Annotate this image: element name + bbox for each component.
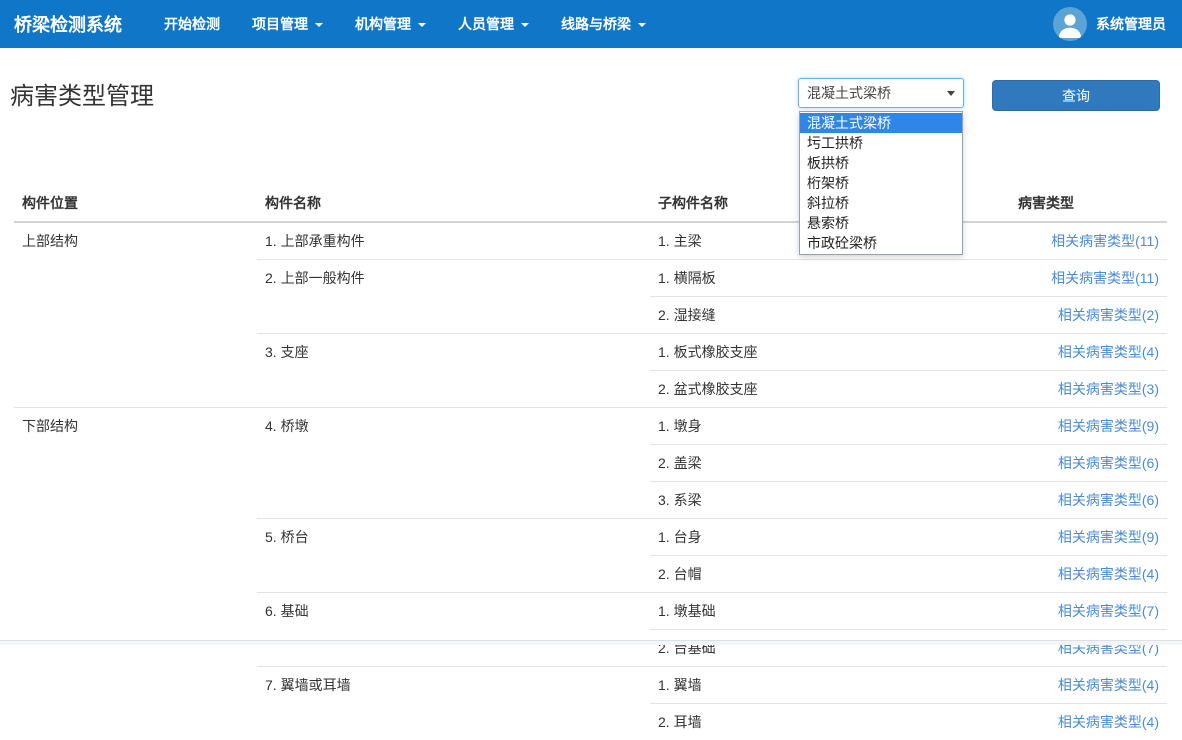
header-position: 构件位置 bbox=[14, 185, 257, 222]
disease-types-table: 构件位置 构件名称 子构件名称 病害类型 上部结构1. 上部承重构件1. 主梁相… bbox=[14, 185, 1167, 740]
subcomponent-cell: 2. 台帽 bbox=[650, 556, 1010, 593]
dropdown-option[interactable]: 斜拉桥 bbox=[800, 193, 962, 213]
chevron-down-icon bbox=[638, 23, 646, 27]
disease-type-link[interactable]: 相关病害类型(6) bbox=[1058, 492, 1159, 508]
component-cell: 6. 基础 bbox=[257, 593, 650, 667]
horizontal-scrollbar[interactable] bbox=[0, 640, 1182, 645]
subcomponent-cell: 1. 板式橡胶支座 bbox=[650, 334, 1010, 371]
disease-type-link[interactable]: 相关病害类型(4) bbox=[1058, 714, 1159, 730]
header-component: 构件名称 bbox=[257, 185, 650, 222]
bridge-type-select[interactable]: 混凝土式梁桥 bbox=[798, 78, 964, 108]
nav-item-label: 线路与桥梁 bbox=[561, 14, 631, 34]
disease-type-link[interactable]: 相关病害类型(9) bbox=[1058, 418, 1159, 434]
nav-item-label: 项目管理 bbox=[252, 14, 308, 34]
table-row: 上部结构1. 上部承重构件1. 主梁相关病害类型(11) bbox=[14, 222, 1167, 260]
dropdown-option[interactable]: 混凝土式梁桥 bbox=[800, 113, 962, 133]
table-header-row: 构件位置 构件名称 子构件名称 病害类型 bbox=[14, 185, 1167, 222]
subcomponent-cell: 2. 台基础 bbox=[650, 630, 1010, 667]
dropdown-option[interactable]: 板拱桥 bbox=[800, 153, 962, 173]
disease-type-link[interactable]: 相关病害类型(7) bbox=[1058, 603, 1159, 619]
nav-item-label: 开始检测 bbox=[164, 14, 220, 34]
disease-type-link[interactable]: 相关病害类型(4) bbox=[1058, 344, 1159, 360]
disease-type-link[interactable]: 相关病害类型(4) bbox=[1058, 677, 1159, 693]
user-name: 系统管理员 bbox=[1096, 14, 1166, 34]
disease-type-link[interactable]: 相关病害类型(11) bbox=[1051, 233, 1159, 249]
bridge-type-dropdown: 混凝土式梁桥圬工拱桥板拱桥桁架桥斜拉桥悬索桥市政砼梁桥 bbox=[799, 111, 963, 255]
dropdown-option[interactable]: 圬工拱桥 bbox=[800, 133, 962, 153]
subcomponent-cell: 2. 湿接缝 bbox=[650, 297, 1010, 334]
disease-link-cell: 相关病害类型(9) bbox=[1010, 519, 1167, 556]
disease-link-cell: 相关病害类型(7) bbox=[1010, 630, 1167, 667]
subcomponent-cell: 2. 盆式橡胶支座 bbox=[650, 371, 1010, 408]
disease-type-link[interactable]: 相关病害类型(2) bbox=[1058, 307, 1159, 323]
nav-item[interactable]: 线路与桥梁 bbox=[545, 0, 662, 48]
dropdown-option[interactable]: 悬索桥 bbox=[800, 213, 962, 233]
nav-item[interactable]: 项目管理 bbox=[236, 0, 339, 48]
chevron-down-icon bbox=[521, 23, 529, 27]
disease-type-link[interactable]: 相关病害类型(9) bbox=[1058, 529, 1159, 545]
subcomponent-cell: 2. 盖梁 bbox=[650, 445, 1010, 482]
disease-type-link[interactable]: 相关病害类型(3) bbox=[1058, 381, 1159, 397]
nav-item-label: 人员管理 bbox=[458, 14, 514, 34]
nav-item[interactable]: 开始检测 bbox=[148, 0, 236, 48]
subcomponent-cell: 1. 台身 bbox=[650, 519, 1010, 556]
subcomponent-cell: 1. 横隔板 bbox=[650, 260, 1010, 297]
subcomponent-cell: 3. 系梁 bbox=[650, 482, 1010, 519]
component-cell: 4. 桥墩 bbox=[257, 408, 650, 519]
component-cell: 7. 翼墙或耳墙 bbox=[257, 667, 650, 740]
disease-type-link[interactable]: 相关病害类型(6) bbox=[1058, 455, 1159, 471]
top-navbar: 桥梁检测系统 开始检测 项目管理 机构管理 人员管理 线路与桥梁 系统管理员 bbox=[0, 0, 1182, 48]
header-disease-type: 病害类型 bbox=[1010, 185, 1167, 222]
disease-link-cell: 相关病害类型(7) bbox=[1010, 593, 1167, 630]
component-cell: 3. 支座 bbox=[257, 334, 650, 408]
disease-link-cell: 相关病害类型(6) bbox=[1010, 482, 1167, 519]
disease-link-cell: 相关病害类型(4) bbox=[1010, 556, 1167, 593]
disease-link-cell: 相关病害类型(2) bbox=[1010, 297, 1167, 334]
nav-item[interactable]: 机构管理 bbox=[339, 0, 442, 48]
component-cell: 1. 上部承重构件 bbox=[257, 222, 650, 260]
position-cell: 上部结构 bbox=[14, 222, 257, 408]
subcomponent-cell: 1. 墩基础 bbox=[650, 593, 1010, 630]
nav-item[interactable]: 人员管理 bbox=[442, 0, 545, 48]
disease-type-link[interactable]: 相关病害类型(4) bbox=[1058, 566, 1159, 582]
disease-link-cell: 相关病害类型(4) bbox=[1010, 334, 1167, 371]
disease-link-cell: 相关病害类型(11) bbox=[1010, 222, 1167, 260]
disease-link-cell: 相关病害类型(11) bbox=[1010, 260, 1167, 297]
user-avatar bbox=[1053, 7, 1087, 41]
table-body: 上部结构1. 上部承重构件1. 主梁相关病害类型(11)2. 上部一般构件1. … bbox=[14, 222, 1167, 740]
user-menu[interactable]: 系统管理员 bbox=[1053, 7, 1182, 41]
bridge-type-selected-value: 混凝土式梁桥 bbox=[807, 83, 891, 103]
table-row: 下部结构4. 桥墩1. 墩身相关病害类型(9) bbox=[14, 408, 1167, 445]
subcomponent-cell: 1. 墩身 bbox=[650, 408, 1010, 445]
chevron-down-icon bbox=[418, 23, 426, 27]
disease-link-cell: 相关病害类型(4) bbox=[1010, 704, 1167, 740]
position-cell: 下部结构 bbox=[14, 408, 257, 740]
query-button[interactable]: 查询 bbox=[992, 80, 1160, 111]
disease-link-cell: 相关病害类型(6) bbox=[1010, 445, 1167, 482]
disease-link-cell: 相关病害类型(9) bbox=[1010, 408, 1167, 445]
subcomponent-cell: 2. 耳墙 bbox=[650, 704, 1010, 740]
app-title[interactable]: 桥梁检测系统 bbox=[12, 11, 148, 37]
disease-type-link[interactable]: 相关病害类型(11) bbox=[1051, 270, 1159, 286]
disease-link-cell: 相关病害类型(4) bbox=[1010, 667, 1167, 704]
dropdown-option[interactable]: 桁架桥 bbox=[800, 173, 962, 193]
subcomponent-cell: 1. 翼墙 bbox=[650, 667, 1010, 704]
disease-link-cell: 相关病害类型(3) bbox=[1010, 371, 1167, 408]
chevron-down-icon bbox=[315, 23, 323, 27]
navbar-menu: 开始检测 项目管理 机构管理 人员管理 线路与桥梁 bbox=[148, 0, 662, 48]
dropdown-option[interactable]: 市政砼梁桥 bbox=[800, 233, 962, 253]
user-icon bbox=[1053, 7, 1087, 41]
nav-item-label: 机构管理 bbox=[355, 14, 411, 34]
component-cell: 5. 桥台 bbox=[257, 519, 650, 593]
component-cell: 2. 上部一般构件 bbox=[257, 260, 650, 334]
chevron-down-icon bbox=[947, 91, 955, 96]
